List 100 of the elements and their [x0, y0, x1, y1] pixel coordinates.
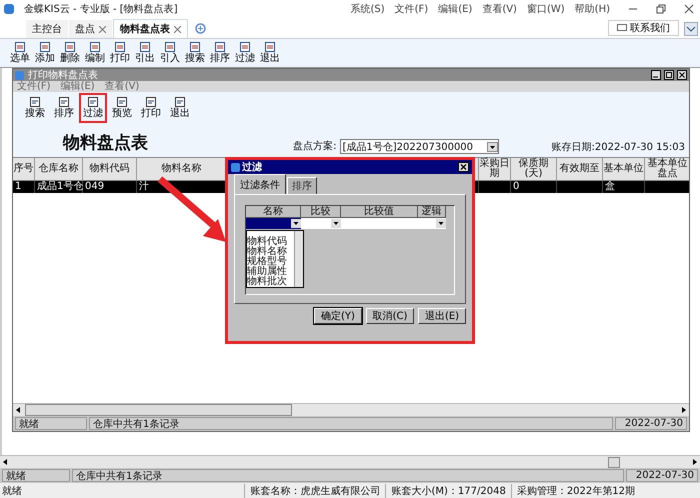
dialog-button[interactable]: 退出(E)	[418, 308, 466, 324]
contact-button[interactable]: 联系我们	[608, 20, 679, 36]
column-header: 仓库名称	[38, 164, 78, 174]
window-title: 金蝶KIS云 - 专业版 - [物料盘点表]	[24, 2, 178, 16]
table-cell: 成品1号仓	[37, 181, 84, 192]
tab[interactable]: 主控台	[26, 20, 68, 38]
logic-dropdown[interactable]	[418, 218, 446, 229]
toolbar-button[interactable]: 打印	[108, 41, 132, 65]
document-icon	[14, 41, 26, 53]
dropdown-arrow-icon	[291, 219, 301, 228]
close-icon[interactable]	[684, 4, 694, 14]
column-header: 保质期(天)	[518, 159, 550, 179]
document-icon	[89, 41, 101, 53]
restore-icon[interactable]	[656, 4, 666, 14]
column-header: 采购日期	[479, 159, 510, 179]
document-icon	[164, 41, 176, 53]
status-text: 账套大小(M)：177/2048	[385, 484, 511, 498]
minimize-icon[interactable]	[651, 70, 661, 80]
window-title: 打印物料盘点表	[28, 68, 98, 81]
table-cell: 盒	[605, 181, 615, 192]
toolbar-button[interactable]: 引出	[133, 41, 157, 65]
toolbar-button[interactable]: 搜索	[21, 93, 49, 123]
close-icon[interactable]	[677, 70, 687, 80]
list-option[interactable]: 物料批次	[247, 277, 294, 287]
add-tab-icon[interactable]	[195, 23, 206, 34]
column-header: 有效期至	[560, 164, 600, 174]
status-text: 就绪	[15, 417, 87, 430]
toolbar-button[interactable]: 引入	[158, 41, 182, 65]
column-header: 序号	[14, 164, 34, 174]
dialog-title: 过滤	[242, 160, 262, 174]
document-icon	[64, 41, 76, 53]
chat-icon	[617, 24, 627, 32]
status-text: 就绪	[2, 469, 70, 482]
toolbar-button[interactable]: 过滤	[79, 93, 107, 123]
table-cell: 汁	[139, 181, 149, 192]
scrollbar-thumb[interactable]	[608, 456, 620, 468]
list-option[interactable]: 物料名称	[247, 247, 294, 257]
document-icon	[114, 41, 126, 53]
menu-item[interactable]: 帮助(H)	[574, 2, 610, 16]
table-cell: 0	[513, 181, 520, 192]
tab[interactable]: 排序	[287, 177, 317, 194]
toolbar-button[interactable]: 选单	[8, 41, 32, 65]
toolbar-button[interactable]: 预览	[108, 93, 136, 123]
name-dropdown[interactable]	[246, 218, 301, 229]
toolbar-button[interactable]: 过滤	[233, 41, 257, 65]
chevron-down-icon[interactable]	[684, 22, 698, 36]
close-icon[interactable]	[458, 162, 469, 172]
app-logo-icon	[15, 70, 24, 80]
scrollbar[interactable]	[294, 231, 303, 287]
document-icon	[239, 41, 251, 53]
menu-item[interactable]: 编辑(E)	[60, 81, 95, 92]
toolbar-button[interactable]: 排序	[208, 41, 232, 65]
column-header: 基本单位盘点	[646, 159, 688, 179]
document-icon	[29, 96, 41, 108]
dialog-button[interactable]: 确定(Y)	[314, 308, 362, 324]
dropdown-arrow-icon	[331, 219, 341, 228]
list-option[interactable]: 规格型号	[247, 257, 294, 267]
document-icon	[174, 96, 186, 108]
document-icon	[87, 96, 99, 108]
dropdown-arrow-icon	[436, 219, 446, 228]
column-header: 物料名称	[162, 164, 202, 174]
toolbar-button[interactable]: 打印	[137, 93, 165, 123]
list-option[interactable]: 物料代码	[247, 237, 294, 247]
status-text: 采购管理：2022年第12期	[510, 484, 640, 498]
value-field[interactable]	[341, 218, 418, 229]
menu-item[interactable]: 查看(V)	[482, 2, 517, 16]
column-header: 基本单位	[604, 164, 644, 174]
status-text: 仓库中共有1条记录	[89, 417, 613, 430]
stock-date: 账存日期:2022-07-30 15:03	[552, 140, 685, 154]
toolbar-button[interactable]: 添加	[33, 41, 57, 65]
document-icon	[139, 41, 151, 53]
toolbar-button[interactable]: 编制	[83, 41, 107, 65]
list-option[interactable]: 辅助属性	[247, 267, 294, 277]
menu-item[interactable]: 查看(V)	[104, 81, 140, 92]
toolbar-button[interactable]: 排序	[50, 93, 78, 123]
column-header: 物料代码	[90, 164, 130, 174]
document-icon	[189, 41, 201, 53]
maximize-icon[interactable]	[664, 70, 674, 80]
dialog-button[interactable]: 取消(C)	[366, 308, 414, 324]
menu-item[interactable]: 编辑(E)	[438, 2, 472, 16]
menu-item[interactable]: 文件(F)	[394, 2, 428, 16]
toolbar-button[interactable]: 退出	[258, 41, 282, 65]
scrollbar-thumb[interactable]	[25, 404, 292, 416]
report-title: 物料盘点表	[63, 132, 148, 154]
menu-item[interactable]: 文件(F)	[17, 81, 51, 92]
table-cell: 049	[85, 181, 104, 192]
menu-item[interactable]: 系统(S)	[350, 2, 385, 16]
toolbar-button[interactable]: 搜索	[183, 41, 207, 65]
app-logo-icon	[4, 4, 14, 14]
menu-item[interactable]: 窗口(W)	[526, 2, 565, 16]
tab[interactable]: 盘点	[69, 20, 112, 38]
document-icon	[39, 41, 51, 53]
tab[interactable]: 过滤条件	[234, 174, 286, 194]
tab[interactable]: 物料盘点表	[113, 19, 188, 38]
document-icon	[214, 41, 226, 53]
table-cell: 1	[15, 181, 22, 192]
toolbar-button[interactable]: 删除	[58, 41, 82, 65]
toolbar-button[interactable]: 退出	[166, 93, 194, 123]
scheme-dropdown[interactable]: [成品1号仓]202207300000	[340, 139, 499, 154]
scheme-label: 盘点方案:	[293, 140, 337, 153]
